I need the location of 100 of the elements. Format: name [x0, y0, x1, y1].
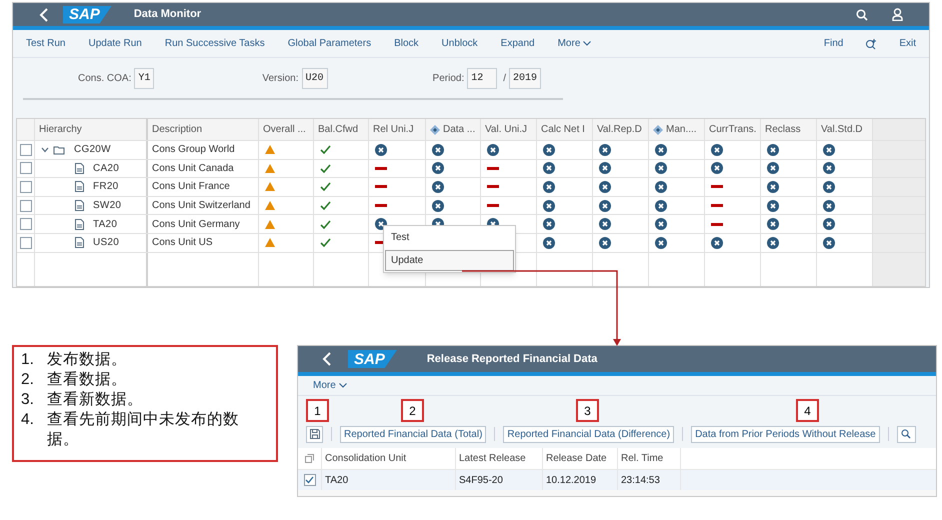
- step-text: 查看先前期间中未发布的数据。: [47, 410, 240, 450]
- document-icon: [75, 162, 84, 174]
- description-text: Cons Unit Switzerland: [152, 199, 250, 214]
- table-row[interactable]: SW20 Cons Unit Switzerland: [17, 196, 925, 216]
- checkbox[interactable]: [20, 200, 32, 212]
- column-header[interactable]: Data ...: [443, 122, 476, 137]
- hierarchy-code: CA20: [93, 162, 120, 176]
- back-icon[interactable]: [322, 352, 332, 366]
- search-icon: [901, 429, 912, 439]
- user-icon[interactable]: [892, 8, 903, 21]
- column-header[interactable]: Bal.Cfwd: [318, 122, 358, 137]
- document-icon: [75, 200, 84, 212]
- menu-item[interactable]: Update: [385, 250, 514, 271]
- step-text: 发布数据。: [47, 350, 127, 370]
- save-button[interactable]: [306, 426, 323, 442]
- column-header[interactable]: Latest Release: [459, 451, 526, 466]
- table-row[interactable]: FR20 Cons Unit France: [17, 178, 925, 197]
- zoom-in-icon[interactable]: [865, 38, 878, 50]
- period-field[interactable]: 12: [467, 68, 498, 88]
- document-icon: [75, 237, 84, 248]
- back-icon[interactable]: [39, 8, 49, 22]
- table-row[interactable]: TA20 S4F95-20 10.12.2019 23:14:53: [298, 470, 936, 490]
- checkbox[interactable]: [20, 144, 32, 156]
- column-header[interactable]: Consolidation Unit: [325, 451, 406, 466]
- checkbox[interactable]: [20, 162, 32, 174]
- toolbar-button[interactable]: Update Run: [88, 36, 142, 51]
- column-header[interactable]: Reclass: [765, 122, 801, 137]
- toolbar-button[interactable]: Reported Financial Data (Difference): [503, 426, 674, 442]
- column-header[interactable]: CurrTrans.: [709, 122, 756, 137]
- column-header[interactable]: Rel Uni.J: [373, 122, 414, 137]
- column-header[interactable]: Man....: [666, 122, 697, 137]
- step-number: 3.: [21, 390, 35, 410]
- coa-field[interactable]: Y1: [134, 68, 154, 88]
- sap-logo: SAP: [348, 350, 397, 368]
- document-icon: [75, 218, 84, 230]
- field-label: Period:: [432, 72, 464, 86]
- column-header[interactable]: Overall ...: [263, 122, 306, 137]
- description-text: Cons Unit Germany: [152, 218, 240, 232]
- column-header[interactable]: Val. Uni.J: [485, 122, 528, 137]
- column-header[interactable]: Hierarchy: [39, 122, 82, 137]
- hierarchy-code: CG20W: [74, 143, 111, 158]
- table-cell-text: S4F95-20: [459, 474, 503, 488]
- more-menu[interactable]: More: [558, 36, 592, 51]
- find-button[interactable]: Find: [824, 36, 844, 51]
- hierarchy-code: TA20: [93, 218, 118, 232]
- version-field[interactable]: U20: [302, 68, 328, 88]
- field-label: Version:: [262, 72, 299, 86]
- table-row[interactable]: TA20 Cons Unit Germany: [17, 215, 925, 234]
- description-text: Cons Unit US: [152, 236, 213, 250]
- checkbox[interactable]: [20, 180, 32, 193]
- save-icon: [310, 429, 320, 439]
- number-marker: 3: [576, 399, 599, 422]
- number-marker: 1: [306, 399, 329, 422]
- column-header[interactable]: Val.Rep.D: [597, 122, 642, 137]
- window-title: Data Monitor: [134, 7, 202, 22]
- toolbar-button[interactable]: Unblock: [442, 36, 478, 51]
- column-header[interactable]: Rel. Time: [621, 451, 664, 466]
- field-label: Cons. COA:: [78, 72, 132, 86]
- checkbox[interactable]: [20, 236, 32, 249]
- column-header[interactable]: Description: [152, 122, 202, 137]
- select-all-icon[interactable]: [305, 454, 314, 463]
- step-number: 1.: [21, 350, 35, 370]
- table-row[interactable]: CA20 Cons Unit Canada: [17, 160, 925, 178]
- diamond-icon: [653, 124, 663, 134]
- toolbar-button[interactable]: Data from Prior Periods Without Release: [691, 426, 880, 442]
- hierarchy-code: FR20: [93, 180, 118, 194]
- toolbar-button[interactable]: Run Successive Tasks: [164, 36, 265, 51]
- description-text: Cons Group World: [152, 143, 235, 158]
- toolbar-button[interactable]: Block: [394, 36, 419, 51]
- year-field[interactable]: 2019: [509, 68, 542, 88]
- separator-text: /: [503, 72, 506, 86]
- column-header[interactable]: Val.Std.D: [821, 122, 862, 137]
- hierarchy-code: SW20: [93, 199, 122, 214]
- folder-icon: [53, 144, 65, 155]
- document-icon: [75, 181, 84, 192]
- table-cell-text: TA20: [325, 474, 348, 488]
- chevron-icon[interactable]: [41, 146, 49, 153]
- toolbar-button[interactable]: Test Run: [26, 36, 66, 51]
- step-number: 2.: [21, 370, 35, 390]
- chevron-down-icon: [338, 383, 347, 388]
- search-icon[interactable]: [856, 8, 868, 20]
- sap-logo: SAP: [63, 6, 112, 24]
- table-row[interactable]: CG20W Cons Group World: [17, 141, 925, 160]
- search-button[interactable]: [896, 426, 916, 442]
- column-header[interactable]: Calc Net I: [541, 122, 585, 137]
- exit-button[interactable]: Exit: [899, 36, 916, 51]
- toolbar-button[interactable]: Reported Financial Data (Total): [340, 426, 486, 442]
- more-menu[interactable]: More: [313, 378, 347, 393]
- toolbar-button[interactable]: Global Parameters: [288, 36, 372, 51]
- description-text: Cons Unit France: [152, 180, 230, 194]
- table-cell-text: 10.12.2019: [546, 474, 596, 488]
- table-cell-text: 23:14:53: [621, 474, 660, 488]
- column-header[interactable]: Release Date: [546, 451, 607, 466]
- checkbox[interactable]: [304, 474, 316, 486]
- toolbar-button[interactable]: Expand: [500, 36, 535, 51]
- checkbox[interactable]: [20, 218, 32, 230]
- number-marker: 4: [796, 399, 819, 422]
- window-title: Release Reported Financial Data: [426, 352, 598, 367]
- step-text: 查看数据。: [47, 370, 127, 390]
- diamond-icon: [430, 124, 440, 134]
